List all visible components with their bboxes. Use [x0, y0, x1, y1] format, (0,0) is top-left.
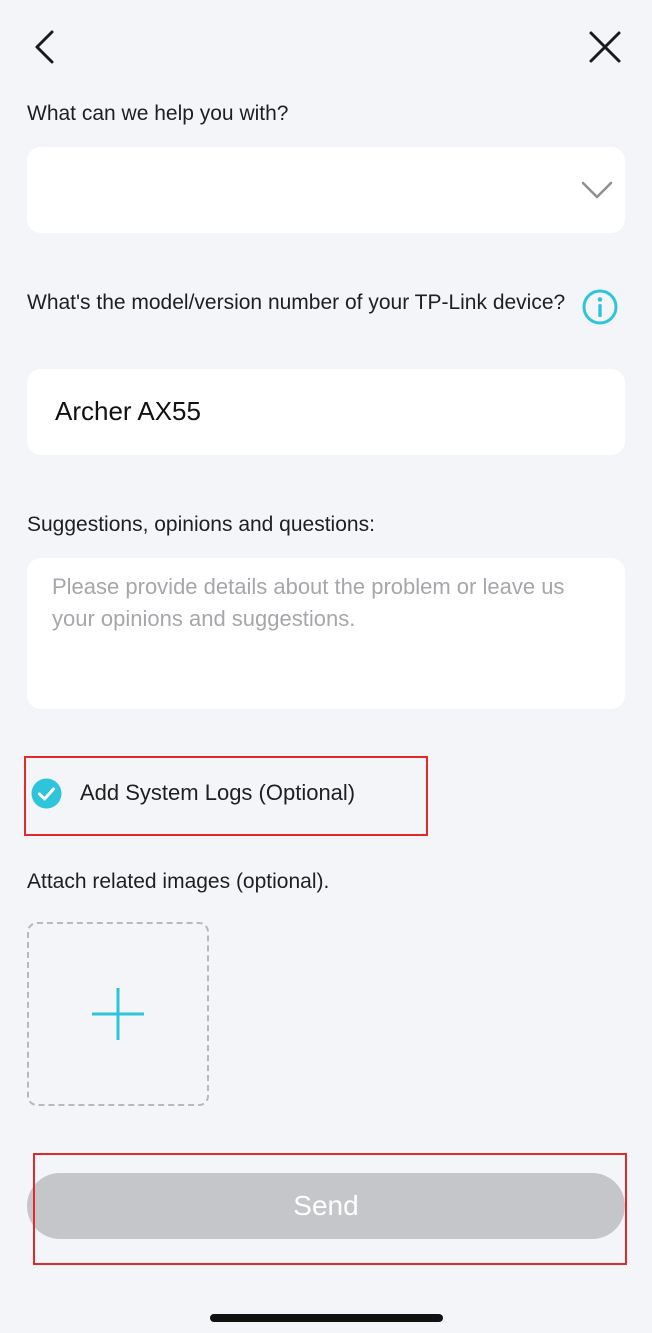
attach-images-label: Attach related images (optional). [27, 870, 330, 893]
help-topic-label: What can we help you with? [27, 102, 289, 125]
home-indicator [210, 1314, 443, 1322]
check-circle-icon [31, 778, 62, 808]
annotation-box-send [33, 1153, 627, 1265]
plus-icon [92, 988, 144, 1040]
info-button[interactable] [578, 285, 622, 329]
close-icon [589, 31, 621, 63]
system-logs-label: Add System Logs (Optional) [80, 780, 356, 805]
model-input-value: Archer AX55 [55, 396, 201, 426]
suggestions-textarea[interactable]: Please provide details about the problem… [27, 558, 625, 709]
chevron-left-icon [35, 30, 54, 64]
chevron-down-icon [581, 181, 613, 199]
suggestions-label: Suggestions, opinions and questions: [27, 513, 375, 536]
model-label: What's the model/version number of your … [27, 291, 566, 314]
back-button[interactable] [22, 22, 66, 72]
info-icon [582, 289, 618, 325]
help-topic-select[interactable] [27, 147, 625, 233]
system-logs-checkbox[interactable]: Add System Logs (Optional) [31, 776, 391, 810]
model-input[interactable]: Archer AX55 [27, 369, 625, 455]
suggestions-placeholder: Please provide details about the problem… [52, 574, 565, 631]
add-image-button[interactable] [27, 922, 209, 1106]
close-button[interactable] [582, 24, 628, 70]
